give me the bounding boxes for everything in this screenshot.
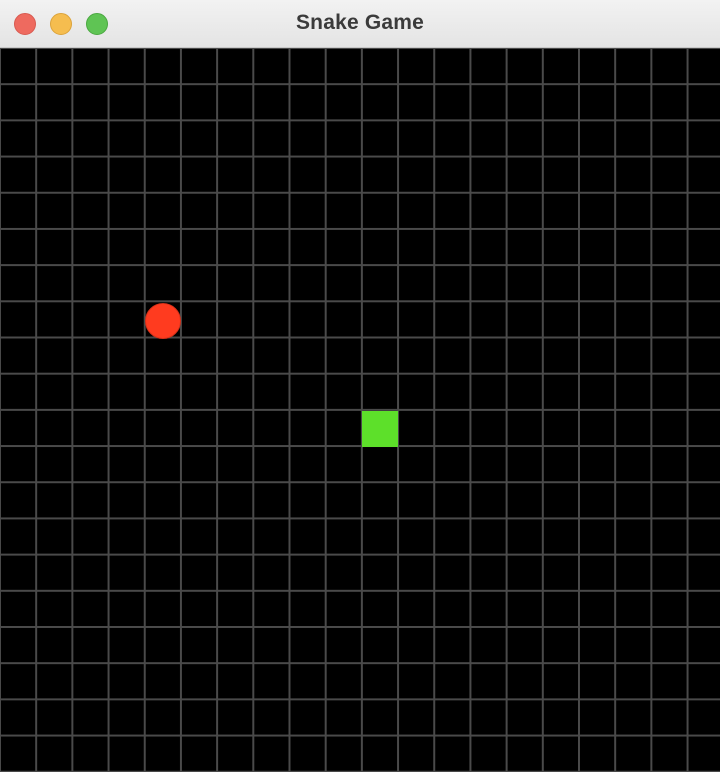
game-board[interactable] [0,48,720,772]
title-bar[interactable]: Snake Game [0,0,720,48]
app-window: Snake Game [0,0,720,772]
food-item [145,303,181,339]
snake-head [362,411,398,447]
window-title: Snake Game [295,11,425,34]
